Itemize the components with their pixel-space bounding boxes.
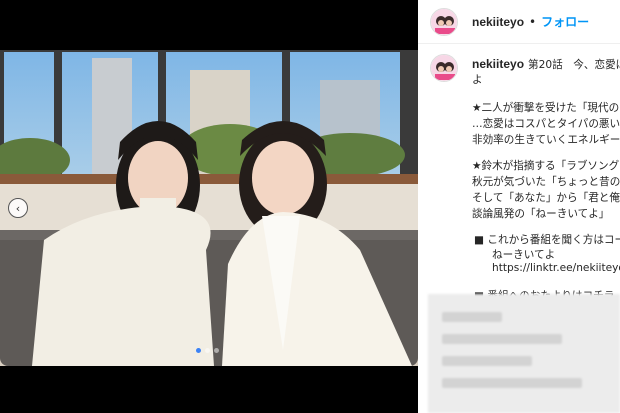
caption-line: 第20話 今、恋愛は (528, 59, 620, 71)
caption-avatar[interactable] (430, 54, 458, 82)
chevron-left-icon[interactable]: ‹ (8, 198, 28, 218)
carousel-dot[interactable] (205, 348, 210, 353)
post-username[interactable]: nekiiteyo (472, 15, 524, 29)
caption-line: ★鈴木が指摘する「ラブソング (472, 160, 620, 172)
carousel-dot[interactable] (196, 348, 201, 353)
media-viewer: ‹ (0, 0, 418, 413)
post-side-panel: nekiiteyo • フォロー nekiiteyo 第20話 今、恋愛は よ ★… (418, 0, 620, 413)
carousel-indicator (196, 348, 219, 353)
caption-line: 秋元が気づいた「ちょっと昔の (472, 176, 620, 188)
follow-button[interactable]: フォロー (541, 13, 589, 30)
caption-line: 非効率の生きていくエネルギー (472, 134, 620, 146)
prev-slide-glyph: ‹ (15, 201, 21, 215)
caption-link[interactable]: https://linktr.ee/nekiiteyo (492, 262, 620, 274)
blurred-comments (428, 294, 620, 413)
caption-line: ■ これから番組を聞く方はコー (474, 234, 620, 246)
caption-username[interactable]: nekiiteyo (472, 57, 524, 71)
avatar[interactable] (430, 7, 458, 36)
caption-line: ねーきいてよ (492, 249, 556, 261)
caption-first-line: nekiiteyo 第20話 今、恋愛は (472, 57, 620, 73)
caption-line: よ (472, 74, 483, 86)
separator-dot: • (529, 14, 537, 29)
carousel-dot[interactable] (214, 348, 219, 353)
post-photo (0, 50, 418, 366)
caption-line: そして「あなた」から「君と俺 (472, 192, 620, 204)
caption-line: …恋愛はコスパとタイパの悪い (472, 118, 620, 130)
caption-line: ★二人が衝撃を受けた「現代の (472, 102, 620, 114)
caption-line: 談論風発の「ねーきいてよ」 (472, 208, 610, 220)
post-header: nekiiteyo • フォロー (418, 0, 620, 44)
